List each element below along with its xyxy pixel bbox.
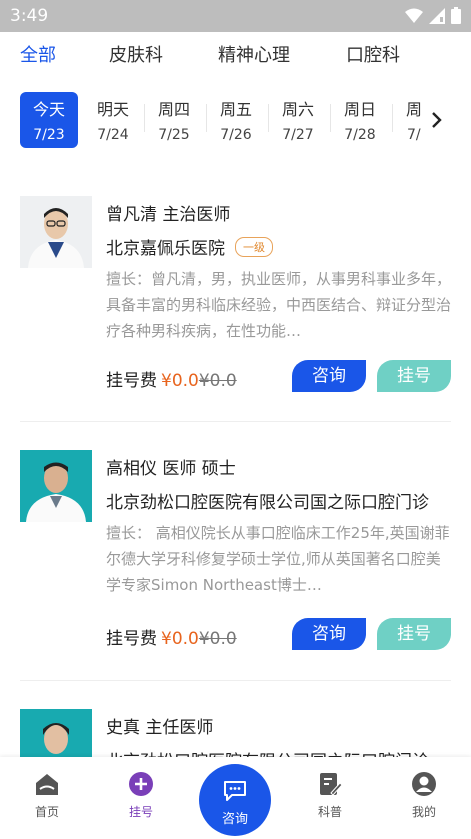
fee-original-price: ¥0.0	[198, 629, 237, 649]
date-weekday: 周四	[157, 100, 190, 119]
chat-icon	[224, 781, 246, 801]
doctor-description: 擅长： 高相仪院长从事口腔临床工作25年,英国谢菲尔德大学牙科修复学硕士学位,师…	[106, 524, 450, 594]
fee-label: 挂号费	[106, 629, 157, 649]
hospital-name: 北京嘉佩乐医院	[106, 239, 225, 259]
doctor-description: 擅长：曾凡清，男，执业医师，从事男科事业多年，具备丰富的男科临床经验，中西医结合…	[106, 270, 452, 340]
status-icons	[405, 7, 461, 24]
date-value: 7/	[407, 127, 421, 143]
nav-home-label: 首页	[34, 805, 59, 819]
plus-circle-icon	[129, 772, 153, 796]
status-time: 3:49	[10, 6, 49, 26]
date-weekday: 明天	[96, 100, 129, 119]
tab-dermatology[interactable]: 皮肤科	[109, 41, 163, 67]
battery-icon	[451, 7, 461, 24]
user-icon	[412, 772, 436, 796]
department-tabs: 全部 皮肤科 精神心理 口腔科	[0, 32, 471, 72]
date-item[interactable]: 周四 7/25	[145, 92, 203, 148]
doctor-avatar	[20, 196, 92, 268]
date-weekday: 周日	[343, 100, 376, 119]
hospital-level-badge: 一级	[235, 237, 273, 257]
nav-home[interactable]: 首页	[17, 771, 77, 820]
nav-mine-label: 我的	[411, 805, 436, 819]
doctor-avatar	[20, 709, 92, 757]
fee-price: ¥0.0	[161, 629, 199, 649]
fee-original-price: ¥0.0	[198, 371, 237, 391]
nav-register-label: 挂号	[128, 805, 153, 819]
date-value: 7/27	[282, 127, 314, 143]
date-item-today[interactable]: 今天 7/23	[20, 92, 78, 148]
consult-button[interactable]: 咨询	[292, 618, 366, 650]
date-value: 7/23	[33, 127, 65, 143]
doctor-name-title: 史真 主任医师	[106, 718, 214, 738]
chevron-right-icon[interactable]	[429, 111, 445, 129]
tab-psychology[interactable]: 精神心理	[218, 41, 290, 67]
doctor-avatar	[20, 450, 92, 522]
registration-fee: 挂号费 ¥0.0¥0.0	[106, 624, 237, 649]
register-button[interactable]: 挂号	[377, 618, 451, 650]
nav-register[interactable]: 挂号	[111, 771, 171, 820]
edit-doc-icon	[320, 773, 343, 796]
date-selector: 今天 7/23 明天 7/24 周四 7/25 周五 7/26 周六 7/27 …	[0, 84, 471, 154]
consult-button[interactable]: 咨询	[292, 360, 366, 392]
card-divider	[20, 421, 451, 422]
tab-all[interactable]: 全部	[20, 41, 56, 67]
doctor-hospital: 北京嘉佩乐医院 一级	[106, 234, 452, 259]
fee-price: ¥0.0	[161, 371, 199, 391]
date-value: 7/26	[220, 127, 252, 143]
consult-fab-label: 咨询	[221, 812, 248, 827]
date-weekday: 周	[406, 100, 421, 119]
card-divider	[20, 680, 451, 681]
doctor-hospital: 北京劲松口腔医院有限公司国之际口腔门诊	[106, 493, 429, 513]
consult-fab[interactable]: 咨询	[199, 764, 271, 836]
doctor-name-title: 高相仪 医师 硕士	[106, 459, 236, 479]
home-icon	[36, 774, 58, 795]
nav-science[interactable]: 科普	[300, 771, 360, 820]
nav-mine[interactable]: 我的	[394, 771, 454, 820]
date-item[interactable]: 周五 7/26	[207, 92, 265, 148]
tab-dental[interactable]: 口腔科	[346, 41, 400, 67]
date-value: 7/28	[344, 127, 376, 143]
date-weekday: 周六	[281, 100, 314, 119]
fee-label: 挂号费	[106, 371, 157, 391]
signal-icon	[429, 7, 445, 24]
registration-fee: 挂号费 ¥0.0¥0.0	[106, 366, 237, 391]
date-item[interactable]: 周日 7/28	[331, 92, 389, 148]
doctor-name-title: 曾凡清 主治医师	[106, 205, 231, 225]
date-item[interactable]: 周六 7/27	[269, 92, 327, 148]
register-button[interactable]: 挂号	[377, 360, 451, 392]
date-value: 7/25	[158, 127, 190, 143]
nav-science-label: 科普	[317, 805, 342, 819]
status-bar: 3:49	[0, 0, 471, 32]
wifi-icon	[405, 8, 423, 23]
date-item[interactable]: 明天 7/24	[84, 92, 142, 148]
date-weekday: 今天	[32, 100, 65, 119]
date-weekday: 周五	[219, 100, 252, 119]
date-value: 7/24	[97, 127, 129, 143]
date-item-partial[interactable]: 周 7/	[393, 92, 421, 148]
